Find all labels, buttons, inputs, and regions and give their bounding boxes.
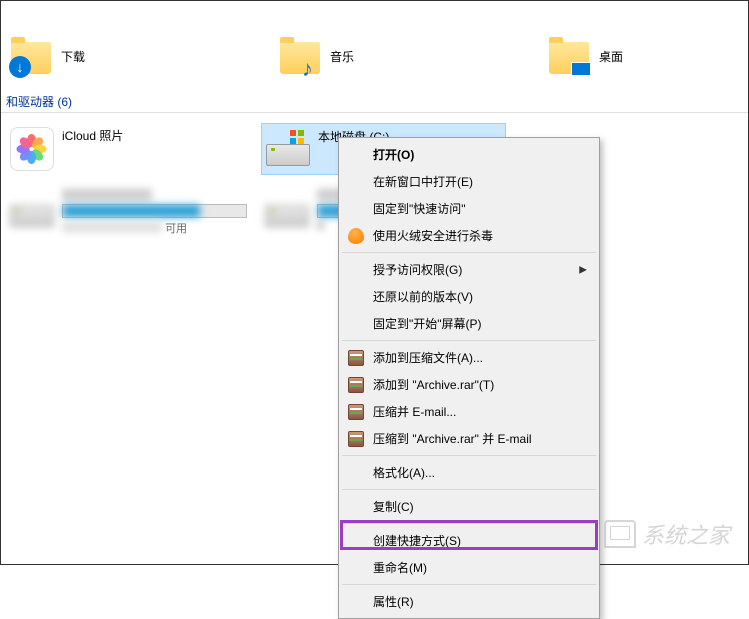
menu-separator: [342, 523, 596, 524]
menu-compress-email[interactable]: 压缩并 E-mail...: [341, 398, 597, 425]
menu-separator: [342, 455, 596, 456]
rar-archive-icon: [348, 350, 364, 366]
menu-open[interactable]: 打开(O): [341, 141, 597, 168]
hard-drive-icon: [10, 189, 54, 227]
context-menu: 打开(O) 在新窗口中打开(E) 固定到"快速访问" 使用火绒安全进行杀毒 授予…: [338, 137, 600, 619]
rar-archive-icon: [348, 431, 364, 447]
submenu-arrow-icon: ▶: [579, 264, 587, 275]
menu-copy[interactable]: 复制(C): [341, 493, 597, 520]
folder-desktop[interactable]: 桌面: [549, 36, 623, 76]
monitor-icon: [571, 62, 591, 76]
folder-label: 桌面: [599, 48, 623, 65]
watermark-logo-icon: [604, 520, 636, 548]
icloud-photos-icon: [10, 127, 54, 171]
shield-icon: [348, 228, 364, 244]
drive-label: iCloud 照片: [62, 127, 247, 144]
drive-icloud-photos[interactable]: iCloud 照片: [6, 123, 251, 175]
rar-archive-icon: [348, 377, 364, 393]
menu-create-shortcut[interactable]: 创建快捷方式(S): [341, 527, 597, 554]
menu-add-to-archive[interactable]: 添加到压缩文件(A)...: [341, 344, 597, 371]
folders-row: 下载 ♪ 音乐 桌面: [1, 1, 748, 91]
menu-restore-versions[interactable]: 还原以前的版本(V): [341, 283, 597, 310]
menu-huorong-scan[interactable]: 使用火绒安全进行杀毒: [341, 222, 597, 249]
windows-logo-icon: [290, 130, 304, 144]
hard-drive-icon: [266, 128, 310, 166]
menu-compress-to-email[interactable]: 压缩到 "Archive.rar" 并 E-mail: [341, 425, 597, 452]
folder-downloads[interactable]: 下载: [11, 36, 85, 76]
menu-pin-quick-access[interactable]: 固定到"快速访问": [341, 195, 597, 222]
hard-drive-icon: [265, 189, 309, 227]
folder-music[interactable]: ♪ 音乐: [280, 36, 354, 76]
menu-open-new-window[interactable]: 在新窗口中打开(E): [341, 168, 597, 195]
download-arrow-icon: [9, 56, 31, 78]
storage-text: 可用: [62, 220, 247, 236]
rar-archive-icon: [348, 404, 364, 420]
menu-format[interactable]: 格式化(A)...: [341, 459, 597, 486]
music-note-icon: ♪: [302, 56, 322, 76]
menu-add-to-archive-rar[interactable]: 添加到 "Archive.rar"(T): [341, 371, 597, 398]
folder-icon: [11, 36, 51, 76]
folder-label: 下载: [61, 48, 85, 65]
menu-grant-access[interactable]: 授予访问权限(G) ▶: [341, 256, 597, 283]
folder-icon: ♪: [280, 36, 320, 76]
drive-item-blurred[interactable]: 可用: [6, 185, 251, 240]
menu-separator: [342, 489, 596, 490]
menu-separator: [342, 584, 596, 585]
storage-bar: [62, 204, 247, 218]
folder-label: 音乐: [330, 48, 354, 65]
menu-properties[interactable]: 属性(R): [341, 588, 597, 615]
menu-rename[interactable]: 重命名(M): [341, 554, 597, 581]
menu-separator: [342, 252, 596, 253]
menu-pin-start[interactable]: 固定到"开始"屏幕(P): [341, 310, 597, 337]
drive-label: [62, 189, 152, 201]
drives-section-header[interactable]: 和驱动器 (6): [1, 91, 748, 113]
watermark: 系统之家: [604, 518, 730, 550]
menu-separator: [342, 340, 596, 341]
folder-icon: [549, 36, 589, 76]
